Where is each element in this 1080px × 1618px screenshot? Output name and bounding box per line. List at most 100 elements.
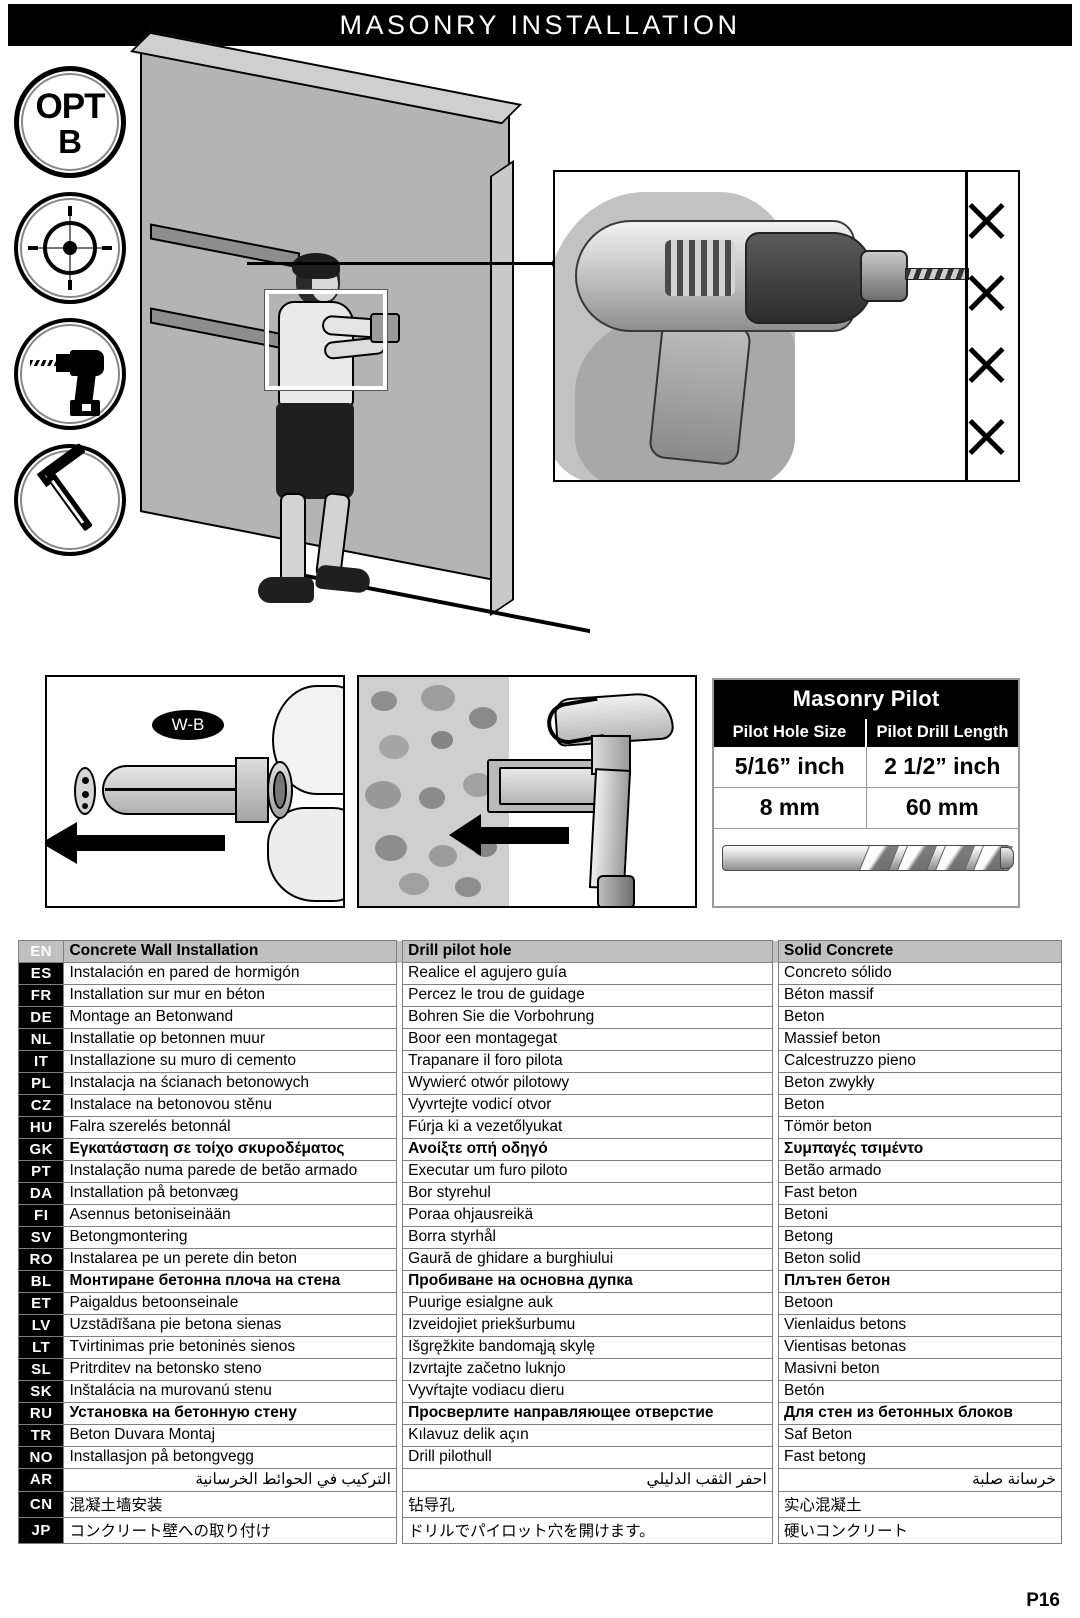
cell-solid-concrete: Massief beton [778, 1028, 1062, 1051]
cell-solid-concrete: Fast beton [778, 1182, 1062, 1205]
cell-solid-concrete: Beton solid [778, 1248, 1062, 1271]
language-code: PL [17, 1072, 65, 1095]
anchor-ring-inner [273, 771, 287, 809]
cell-solid-concrete: Betoon [778, 1292, 1062, 1315]
callout-leader-line [247, 262, 563, 265]
table-row: ES Instalación en pared de hormigón Realic… [17, 962, 1062, 985]
cell-drill-pilot-hole: Drill pilot hole [402, 940, 773, 963]
table-row: EN Concrete Wall Installation Drill pilot … [17, 940, 1062, 963]
table-row: GK Εγκατάσταση σε τοίχο σκυροδέματος Ανοίξ… [17, 1138, 1062, 1161]
cell-solid-concrete: Solid Concrete [778, 940, 1062, 963]
cell-solid-concrete: Beton [778, 1094, 1062, 1117]
language-code: SV [17, 1226, 65, 1249]
drill-icon [14, 318, 126, 430]
cell-concrete-wall-installation: Instalacja na ścianach betonowych [63, 1072, 397, 1095]
cell-concrete-wall-installation: Concrete Wall Installation [63, 940, 397, 963]
cell-solid-concrete: Masivni beton [778, 1358, 1062, 1381]
cell-drill-pilot-hole: Bohren Sie die Vorbohrung [402, 1006, 773, 1029]
cell-solid-concrete: خرسانة صلبة [778, 1468, 1062, 1492]
table-row: TR Beton Duvara Montaj Kılavuz delik açın S… [17, 1424, 1062, 1447]
language-code: PT [17, 1160, 65, 1183]
table-row: NL Installatie op betonnen muur Boor een m… [17, 1028, 1062, 1051]
cell-concrete-wall-installation: Installatie op betonnen muur [63, 1028, 397, 1051]
table-row: IT Installazione su muro di cemento Trapan… [17, 1050, 1062, 1073]
insert-direction-arrow [47, 822, 225, 864]
table-row: PT Instalação numa parede de betão armado… [17, 1160, 1062, 1183]
cell-solid-concrete: Calcestruzzo pieno [778, 1050, 1062, 1073]
cell-drill-pilot-hole: Išgręžkite bandomąją skylę [402, 1336, 773, 1359]
cell-drill-pilot-hole: Bor styrehul [402, 1182, 773, 1205]
pilot-drill-length-imperial: 2 1/2” inch [866, 747, 1018, 788]
language-code: EN [17, 940, 65, 963]
cell-concrete-wall-installation: Монтиране бетонна плоча на стена [63, 1270, 397, 1293]
table-row: ET Paigaldus betoonseinale Puurige esialgn… [17, 1292, 1062, 1315]
crosshair-tick-right [102, 246, 112, 250]
drill-detail-panel [553, 170, 1020, 482]
cell-solid-concrete: Для стен из бетонных блоков [778, 1402, 1062, 1425]
table-row: BL Монтиране бетонна плоча на стена Пробив… [17, 1270, 1062, 1293]
drill-grip-detail [647, 317, 753, 467]
opt-b-icon: OPT B [14, 66, 126, 178]
hammer-grip-detail [597, 875, 635, 906]
washer-shape [74, 767, 96, 815]
cell-drill-pilot-hole: Realice el agujero guía [402, 962, 773, 985]
language-code: ES [17, 962, 65, 985]
anchor-split-line [105, 788, 235, 791]
cell-concrete-wall-installation: Paigaldus betoonseinale [63, 1292, 397, 1315]
language-code: SL [17, 1358, 65, 1381]
cell-drill-pilot-hole: ドリルでパイロット穴を開けます。 [402, 1517, 773, 1544]
anchor-collar-shape [235, 757, 269, 823]
pilot-drill-length-metric: 60 mm [866, 788, 1018, 829]
table-row: LT Tvirtinimas prie betoninės sienos Išgrę… [17, 1336, 1062, 1359]
language-code: BL [17, 1270, 65, 1293]
anchor-insert-panel: W-B [45, 675, 345, 908]
table-row: DA Installation på betonvæg Bor styrehul Fa… [17, 1182, 1062, 1205]
table-row: FR Installation sur mur en béton Percez le… [17, 984, 1062, 1007]
language-code: DE [17, 1006, 65, 1029]
table-row: LV Uzstādīšana pie betona sienas Izveidoji… [17, 1314, 1062, 1337]
cell-drill-pilot-hole: Wywierć otwór pilotowy [402, 1072, 773, 1095]
cell-solid-concrete: Tömör beton [778, 1116, 1062, 1139]
cell-concrete-wall-installation: Pritrditev na betonsko steno [63, 1358, 397, 1381]
wall-installation-illustration [129, 31, 590, 660]
table-row: SL Pritrditev na betonsko steno Izvrtajte … [17, 1358, 1062, 1381]
crosshair-tick-left [28, 246, 38, 250]
language-code: TR [17, 1424, 65, 1447]
table-row: RU Установка на бетонную стену Просверлите… [17, 1402, 1062, 1425]
cell-drill-pilot-hole: Vyvŕtajte vodiacu dieru [402, 1380, 773, 1403]
cell-solid-concrete: 实心混凝土 [778, 1491, 1062, 1518]
cell-solid-concrete: Betoni [778, 1204, 1062, 1227]
cell-drill-pilot-hole: Borra styrhål [402, 1226, 773, 1249]
callout-highlight-box [264, 289, 388, 391]
table-row: HU Falra szerelés betonnál Fúrja ki a veze… [17, 1116, 1062, 1139]
cell-concrete-wall-installation: Installasjon på betongvegg [63, 1446, 397, 1469]
person-hair [292, 253, 340, 279]
cell-solid-concrete: Concreto sólido [778, 962, 1062, 985]
language-code: RO [17, 1248, 65, 1271]
crosshair-center-dot [63, 241, 77, 255]
table-row: SK Inštalácia na murovanú stenu Vyvŕtajte … [17, 1380, 1062, 1403]
drill-bit-illustration [714, 829, 1018, 885]
masonry-pilot-table: Masonry Pilot Pilot Hole Size Pilot Dril… [712, 678, 1020, 908]
cell-concrete-wall-installation: Instalación en pared de hormigón [63, 962, 397, 985]
table-row: SV Betongmontering Borra styrhål Betong [17, 1226, 1062, 1249]
finger-shape-lower [267, 807, 343, 902]
icon-column: OPT B [14, 66, 132, 570]
cell-concrete-wall-installation: Tvirtinimas prie betoninės sienos [63, 1336, 397, 1359]
cell-concrete-wall-installation: Instalace na betonovou stěnu [63, 1094, 397, 1117]
pilot-hole-size-imperial: 5/16” inch [714, 747, 867, 788]
hammer-shaft-detail [588, 768, 632, 890]
table-row: PL Instalacja na ścianach betonowych Wywie… [17, 1072, 1062, 1095]
wb-part-badge: W-B [152, 710, 224, 740]
hammer-direction-arrow [449, 814, 569, 856]
table-row: DE Montage an Betonwand Bohren Sie die Vor… [17, 1006, 1062, 1029]
cell-drill-pilot-hole: Executar um furo piloto [402, 1160, 773, 1183]
language-code: FR [17, 984, 65, 1007]
person-leg-left [280, 493, 306, 585]
table-row: NO Installasjon på betongvegg Drill piloth… [17, 1446, 1062, 1469]
language-code: CZ [17, 1094, 65, 1117]
cell-solid-concrete: Fast betong [778, 1446, 1062, 1469]
table-row: FI Asennus betoniseinään Poraa ohjausreikä… [17, 1204, 1062, 1227]
cell-drill-pilot-hole: 钻导孔 [402, 1491, 773, 1518]
cell-solid-concrete: Συμπαγές τσιμέντο [778, 1138, 1062, 1161]
